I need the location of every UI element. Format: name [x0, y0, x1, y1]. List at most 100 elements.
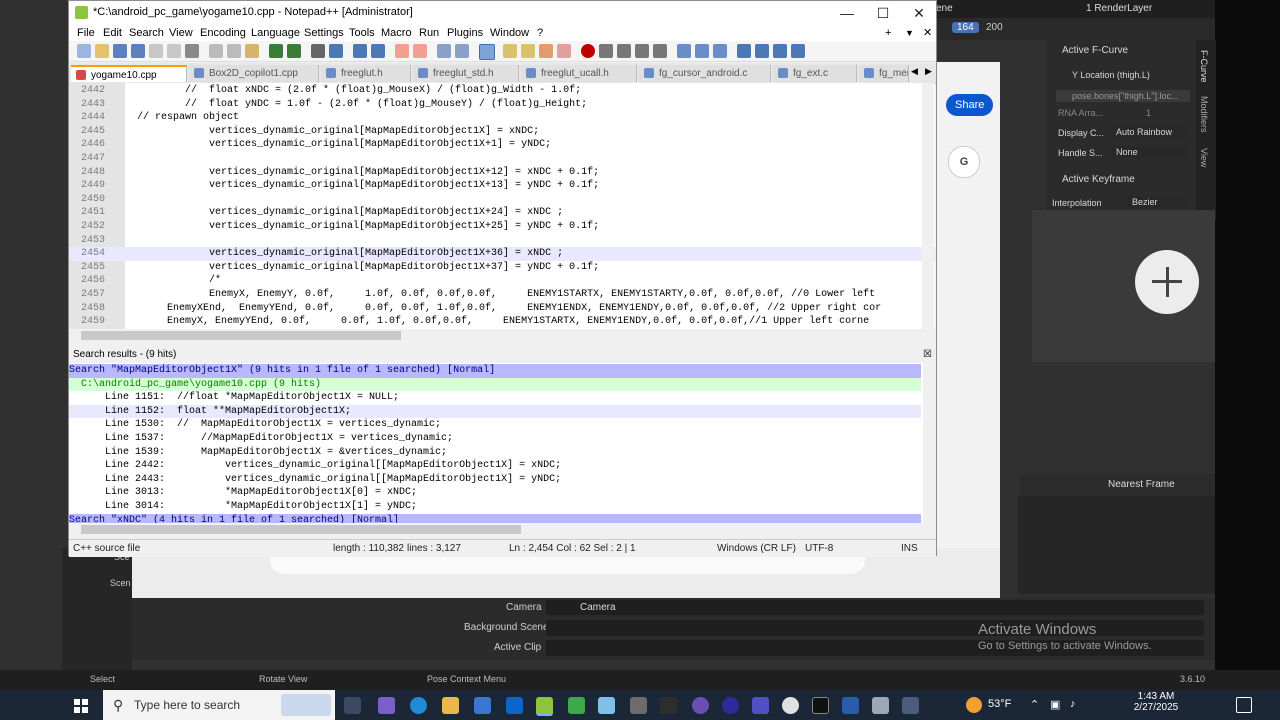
fcurve-path-field[interactable]: pose.bones["thigh.L"].loc... [1056, 90, 1190, 102]
tool-icon-c[interactable] [713, 44, 727, 58]
tab-scroll-right-icon[interactable]: ▶ [925, 66, 932, 77]
tool-icon-e[interactable] [791, 44, 805, 58]
tab-fg-menu[interactable]: fg_meni [859, 65, 909, 82]
current-frame[interactable]: 164 [952, 22, 979, 33]
undo-icon[interactable] [269, 44, 283, 58]
search-hit-line[interactable]: Line 2443: vertices_dynamic_original[[Ma… [69, 473, 921, 487]
list-tabs-icon[interactable]: ▼ [905, 25, 914, 41]
tab-freeglut-std[interactable]: freeglut_std.h [413, 65, 519, 82]
add-tab-icon[interactable]: + [885, 25, 891, 41]
menu-encoding[interactable]: Encoding [200, 25, 246, 41]
menu-search[interactable]: Search [129, 25, 164, 41]
save-all-icon[interactable] [131, 44, 145, 58]
tab-box2d[interactable]: Box2D_copilot1.cpp [189, 65, 319, 82]
snap-mode-select[interactable]: Nearest Frame [1108, 479, 1175, 490]
tab-fcurve[interactable]: F-Curve [1199, 50, 1209, 83]
search-file-line[interactable]: C:\android_pc_game\yogame10.cpp (9 hits) [69, 377, 921, 392]
tool-icon-b[interactable] [695, 44, 709, 58]
tab-view[interactable]: View [1199, 148, 1209, 167]
cut-icon[interactable] [209, 44, 223, 58]
tab-freeglut-h[interactable]: freeglut.h [321, 65, 411, 82]
taskbar-search-box[interactable]: ⚲ Type here to search [103, 690, 335, 720]
search-heading[interactable]: Search "MapMapEditorObject1X" (9 hits in… [69, 364, 921, 378]
menu-view[interactable]: View [169, 25, 193, 41]
copy-icon[interactable] [227, 44, 241, 58]
app-icon-green[interactable] [568, 697, 585, 714]
search-hit-line[interactable]: Line 1539: MapMapEditorObject1X = &verti… [69, 446, 921, 460]
search-results-panel[interactable]: Search "MapMapEditorObject1X" (9 hits in… [69, 363, 935, 523]
calculator-icon[interactable] [630, 697, 647, 714]
scene-tab[interactable]: ene [936, 3, 953, 14]
search-hit-line[interactable]: Line 1151: //float *MapMapEditorObject1X… [69, 391, 921, 405]
paste-icon[interactable] [245, 44, 259, 58]
share-button[interactable]: Share [946, 94, 994, 116]
close-button[interactable]: ✕ [901, 1, 937, 25]
app-icon-purple[interactable] [692, 697, 709, 714]
close-all-icon[interactable] [167, 44, 181, 58]
new-file-icon[interactable] [77, 44, 91, 58]
monitoring-icon[interactable] [557, 44, 571, 58]
editor-horizontal-scrollbar[interactable] [69, 329, 935, 342]
replace-icon[interactable] [329, 44, 343, 58]
tab-fg-ext[interactable]: fg_ext.c [773, 65, 857, 82]
arrow-down-icon[interactable] [755, 44, 769, 58]
file-explorer-icon[interactable] [442, 697, 459, 714]
code-editor[interactable]: 2442 // float xNDC = (2.0f * (float)g_Mo… [69, 83, 935, 329]
app-icon-blue[interactable] [598, 697, 615, 714]
tool-icon-a[interactable] [677, 44, 691, 58]
menu-file[interactable]: File [77, 25, 95, 41]
menu-macro[interactable]: Macro [381, 25, 412, 41]
word-wrap-icon[interactable] [437, 44, 451, 58]
sync-horizontal-icon[interactable] [413, 44, 427, 58]
volume-icon[interactable]: ♪ [1070, 698, 1076, 710]
app-icon-copilot[interactable] [378, 697, 395, 714]
interpolation-select[interactable]: Bezier [1128, 196, 1188, 208]
sync-vertical-icon[interactable] [395, 44, 409, 58]
tab-freeglut-ucall[interactable]: freeglut_ucall.h [521, 65, 637, 82]
show-all-chars-icon[interactable] [455, 44, 469, 58]
open-file-icon[interactable] [95, 44, 109, 58]
play-macro-icon[interactable] [617, 44, 631, 58]
search-heading[interactable]: Search "xNDC" (4 hits in 1 file of 1 sea… [69, 513, 921, 523]
rna-array-value[interactable]: 1 [1146, 108, 1151, 118]
find-icon[interactable] [311, 44, 325, 58]
handle-smoothing-select[interactable]: None [1112, 146, 1188, 158]
notepadpp-taskbar-icon[interactable] [536, 697, 553, 716]
powershell-icon[interactable] [842, 697, 859, 714]
search-hit-line[interactable]: Line 1530: // MapMapEditorObject1X = ver… [69, 418, 921, 432]
zoom-in-icon[interactable] [353, 44, 367, 58]
tab-scroll-left-icon[interactable]: ◀ [911, 66, 918, 77]
network-icon[interactable]: ▣ [1050, 698, 1060, 711]
graph-editor-area[interactable] [1032, 210, 1215, 362]
display-color-select[interactable]: Auto Rainbow [1112, 126, 1188, 138]
menu-language[interactable]: Language [251, 25, 300, 41]
app-icon-box[interactable] [902, 697, 919, 714]
search-hit-line[interactable]: Line 2442: vertices_dynamic_original[[Ma… [69, 459, 921, 473]
menu-settings[interactable]: Settings [304, 25, 344, 41]
google-icon[interactable]: G [948, 146, 980, 178]
menu-run[interactable]: Run [419, 25, 439, 41]
notifications-icon[interactable] [1236, 697, 1252, 713]
active-keyframe-header[interactable]: Active Keyframe [1062, 174, 1135, 185]
encoding[interactable]: UTF-8 [805, 540, 833, 557]
menu-help[interactable]: ? [537, 25, 543, 41]
function-list-icon[interactable] [521, 44, 535, 58]
app-icon-logo[interactable] [782, 697, 799, 714]
scrollbar-thumb[interactable] [81, 331, 401, 340]
terminal-icon[interactable] [812, 697, 829, 714]
render-layer-field[interactable]: 1 RenderLayer [1086, 3, 1152, 14]
search-hit-line[interactable]: Line 3013: *MapMapEditorObject1X[0] = xN… [69, 486, 921, 500]
task-view-icon[interactable] [344, 697, 361, 714]
maximize-button[interactable]: ☐ [865, 1, 901, 25]
start-button[interactable] [74, 699, 88, 713]
record-macro-icon[interactable] [581, 44, 595, 58]
save-macro-icon[interactable] [653, 44, 667, 58]
close-icon[interactable] [149, 44, 163, 58]
stop-macro-icon[interactable] [599, 44, 613, 58]
camera-field[interactable]: Camera [546, 600, 1204, 615]
app-icon-circle[interactable] [722, 697, 739, 714]
arrow-up-icon[interactable] [737, 44, 751, 58]
editor-vertical-scrollbar[interactable] [922, 83, 934, 329]
menu-plugins[interactable]: Plugins [447, 25, 483, 41]
store-icon[interactable] [474, 697, 491, 714]
